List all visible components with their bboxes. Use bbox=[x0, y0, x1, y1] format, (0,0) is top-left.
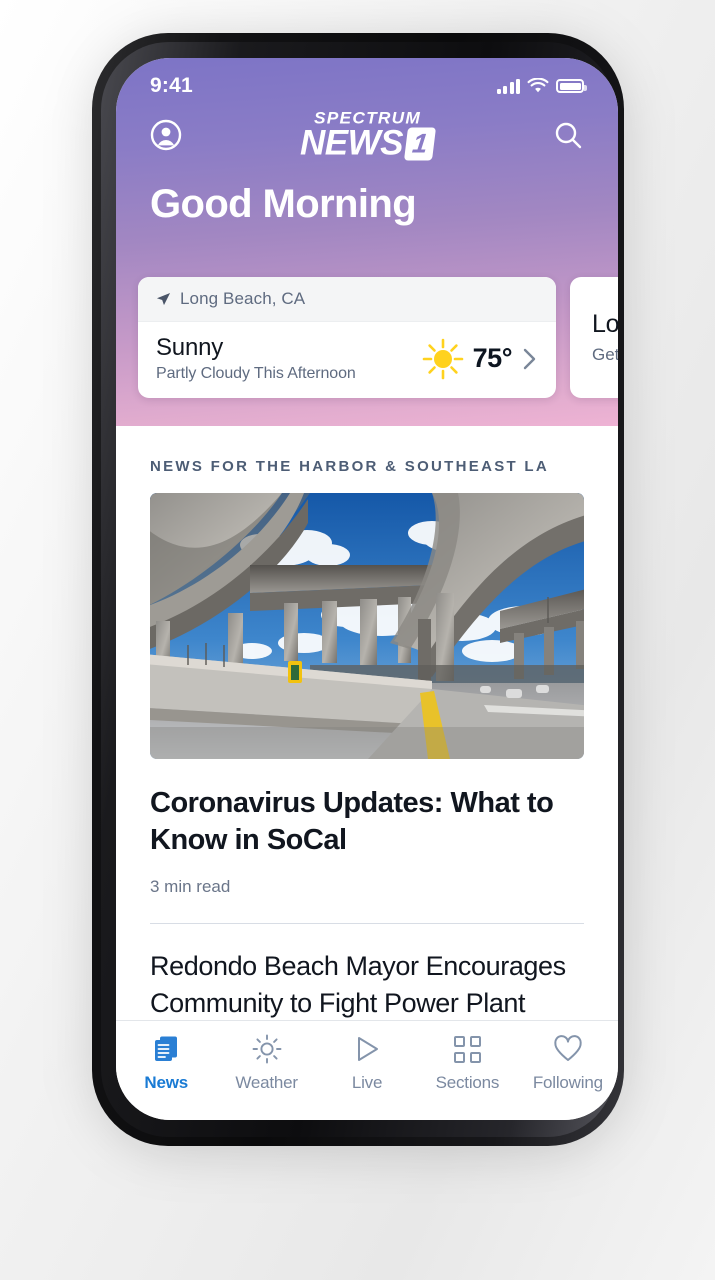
lead-article-read-time: 3 min read bbox=[150, 877, 231, 897]
bottom-tab-bar: News Weather Live Sections Following bbox=[116, 1020, 618, 1120]
cellular-bars-icon bbox=[496, 78, 520, 94]
weather-card-carousel[interactable]: Long Beach, CA Sunny Partly Cloudy This … bbox=[116, 277, 618, 398]
local-promo-card[interactable]: Loca Get th bbox=[570, 277, 618, 398]
sun-outline-icon bbox=[252, 1034, 282, 1064]
location-arrow-icon bbox=[156, 292, 171, 305]
photo-artwork bbox=[150, 493, 584, 759]
local-promo-subtitle: Get th bbox=[592, 345, 618, 364]
spectrum-news-1-logo: SPECTRUM NEWS 1 bbox=[300, 108, 437, 163]
weather-forecast: Partly Cloudy This Afternoon bbox=[156, 365, 356, 382]
profile-avatar-icon[interactable] bbox=[144, 113, 188, 157]
battery-full-icon bbox=[556, 79, 587, 93]
news-documents-icon bbox=[153, 1034, 179, 1064]
logo-spectrum-text: SPECTRUM bbox=[313, 108, 421, 128]
tab-label-sections: Sections bbox=[435, 1073, 500, 1092]
header-hero: 9:41 SPECTRUM NEWS 1 Good Morning Long B… bbox=[116, 58, 618, 426]
tab-label-news: News bbox=[144, 1073, 188, 1092]
sun-icon bbox=[422, 338, 463, 379]
tab-news[interactable]: News bbox=[116, 1034, 216, 1093]
lead-article-title[interactable]: Coronavirus Updates: What to Know in SoC… bbox=[116, 759, 618, 859]
phone-screen: 9:41 SPECTRUM NEWS 1 Good Morning Long B… bbox=[116, 58, 618, 1120]
tab-following[interactable]: Following bbox=[518, 1034, 618, 1093]
app-nav-bar: SPECTRUM NEWS 1 bbox=[116, 104, 618, 166]
weather-card-location-row: Long Beach, CA bbox=[138, 277, 556, 322]
greeting-title: Good Morning bbox=[150, 182, 417, 226]
news-feed: NEWS FOR THE HARBOR & SOUTHEAST LA Coron… bbox=[116, 426, 618, 1020]
weather-temperature: 75° bbox=[472, 343, 513, 373]
second-article-title[interactable]: Redondo Beach Mayor Encourages Community… bbox=[116, 924, 618, 1020]
status-bar-time: 9:41 bbox=[150, 74, 193, 97]
logo-one-badge: 1 bbox=[403, 127, 437, 161]
weather-card-body: Sunny Partly Cloudy This Afternoon 75° bbox=[138, 322, 556, 398]
status-bar: 9:41 bbox=[116, 58, 618, 104]
phone-device-frame: 9:41 SPECTRUM NEWS 1 Good Morning Long B… bbox=[92, 33, 624, 1146]
tab-weather[interactable]: Weather bbox=[216, 1034, 316, 1093]
weather-card[interactable]: Long Beach, CA Sunny Partly Cloudy This … bbox=[138, 277, 556, 398]
heart-outline-icon bbox=[553, 1034, 583, 1064]
play-triangle-icon bbox=[353, 1034, 381, 1064]
tab-sections[interactable]: Sections bbox=[417, 1034, 517, 1093]
search-icon[interactable] bbox=[546, 113, 590, 157]
tab-label-following: Following bbox=[532, 1073, 603, 1092]
chevron-right-icon[interactable] bbox=[520, 345, 540, 373]
local-promo-title: Loca bbox=[592, 310, 618, 338]
freeway-interchange-photo[interactable] bbox=[150, 493, 584, 759]
weather-condition: Sunny bbox=[156, 334, 224, 361]
tab-live[interactable]: Live bbox=[317, 1034, 417, 1093]
tab-label-weather: Weather bbox=[235, 1073, 298, 1092]
weather-location-label: Long Beach, CA bbox=[180, 289, 306, 308]
status-bar-indicators bbox=[496, 78, 587, 94]
tab-label-live: Live bbox=[351, 1073, 383, 1092]
logo-news-text: NEWS bbox=[300, 123, 404, 163]
feed-section-header: NEWS FOR THE HARBOR & SOUTHEAST LA bbox=[150, 458, 550, 475]
wifi-icon bbox=[527, 78, 549, 93]
grid-squares-icon bbox=[453, 1034, 481, 1064]
